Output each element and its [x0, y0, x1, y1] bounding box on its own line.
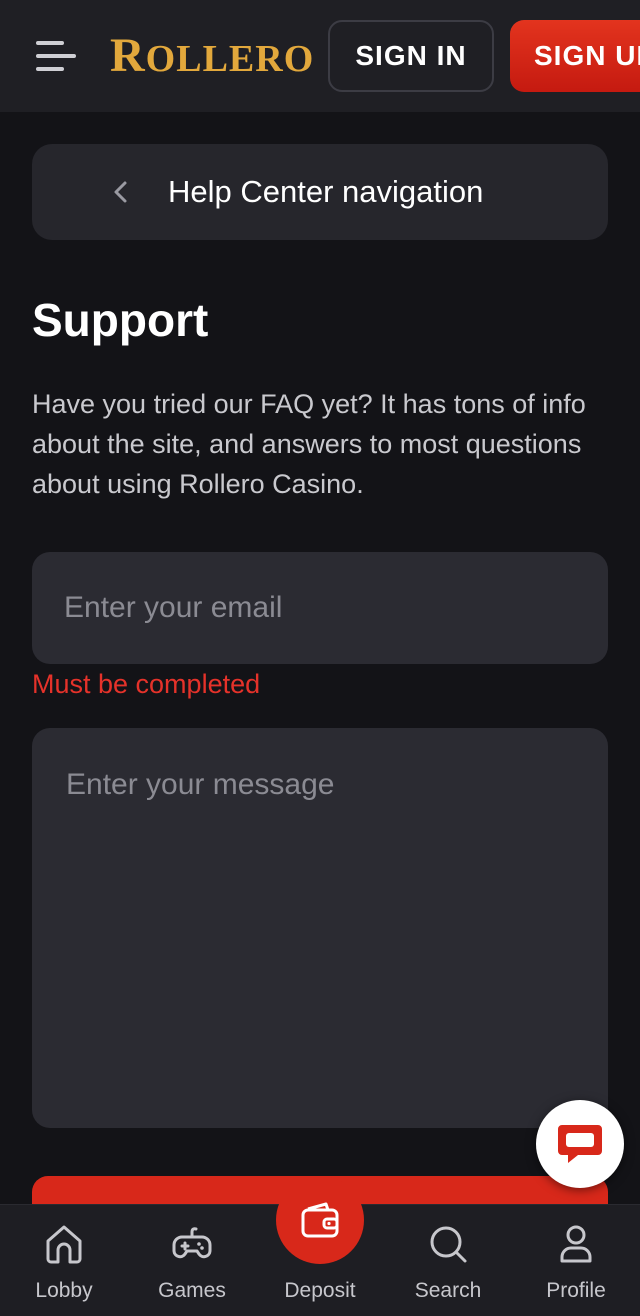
- search-icon: [430, 1226, 467, 1263]
- email-error-message: Must be completed: [32, 669, 261, 699]
- wallet-icon: [301, 1202, 339, 1238]
- nav-label-games: Games: [158, 1279, 226, 1302]
- hamburger-menu-icon[interactable]: [30, 36, 78, 76]
- deposit-button[interactable]: [276, 1176, 364, 1264]
- rollero-logo[interactable]: ROLLERO: [110, 30, 314, 82]
- nav-item-search[interactable]: Search: [384, 1205, 512, 1316]
- page-title: Support: [32, 294, 209, 346]
- nav-label-search: Search: [414, 1279, 482, 1302]
- email-field[interactable]: [32, 552, 608, 664]
- chevron-left-icon: [114, 181, 127, 203]
- nav-item-games[interactable]: Games: [128, 1205, 256, 1316]
- chat-bubble-icon: [558, 1125, 602, 1163]
- sign-up-button[interactable]: SIGN UP: [510, 20, 640, 92]
- nav-label-profile: Profile: [546, 1279, 606, 1302]
- nav-label-deposit: Deposit: [284, 1279, 356, 1302]
- intro-text: Have you tried our FAQ yet? It has tons …: [32, 389, 586, 499]
- nav-label-lobby: Lobby: [35, 1279, 93, 1302]
- support-page: ROLLERO SIGN IN SIGN UP Help Center navi…: [0, 0, 640, 1316]
- nav-item-profile[interactable]: Profile: [512, 1205, 640, 1316]
- user-icon: [560, 1225, 592, 1263]
- message-field[interactable]: [32, 728, 608, 1128]
- home-icon: [46, 1225, 82, 1264]
- live-chat-button[interactable]: [536, 1100, 624, 1188]
- top-header: ROLLERO SIGN IN SIGN UP: [0, 0, 640, 112]
- help-center-label: Help Center navigation: [168, 174, 484, 209]
- help-center-navigation[interactable]: Help Center navigation: [32, 144, 608, 240]
- sign-in-button[interactable]: SIGN IN: [328, 20, 494, 92]
- gamepad-icon: [172, 1227, 212, 1259]
- nav-item-lobby[interactable]: Lobby: [0, 1205, 128, 1316]
